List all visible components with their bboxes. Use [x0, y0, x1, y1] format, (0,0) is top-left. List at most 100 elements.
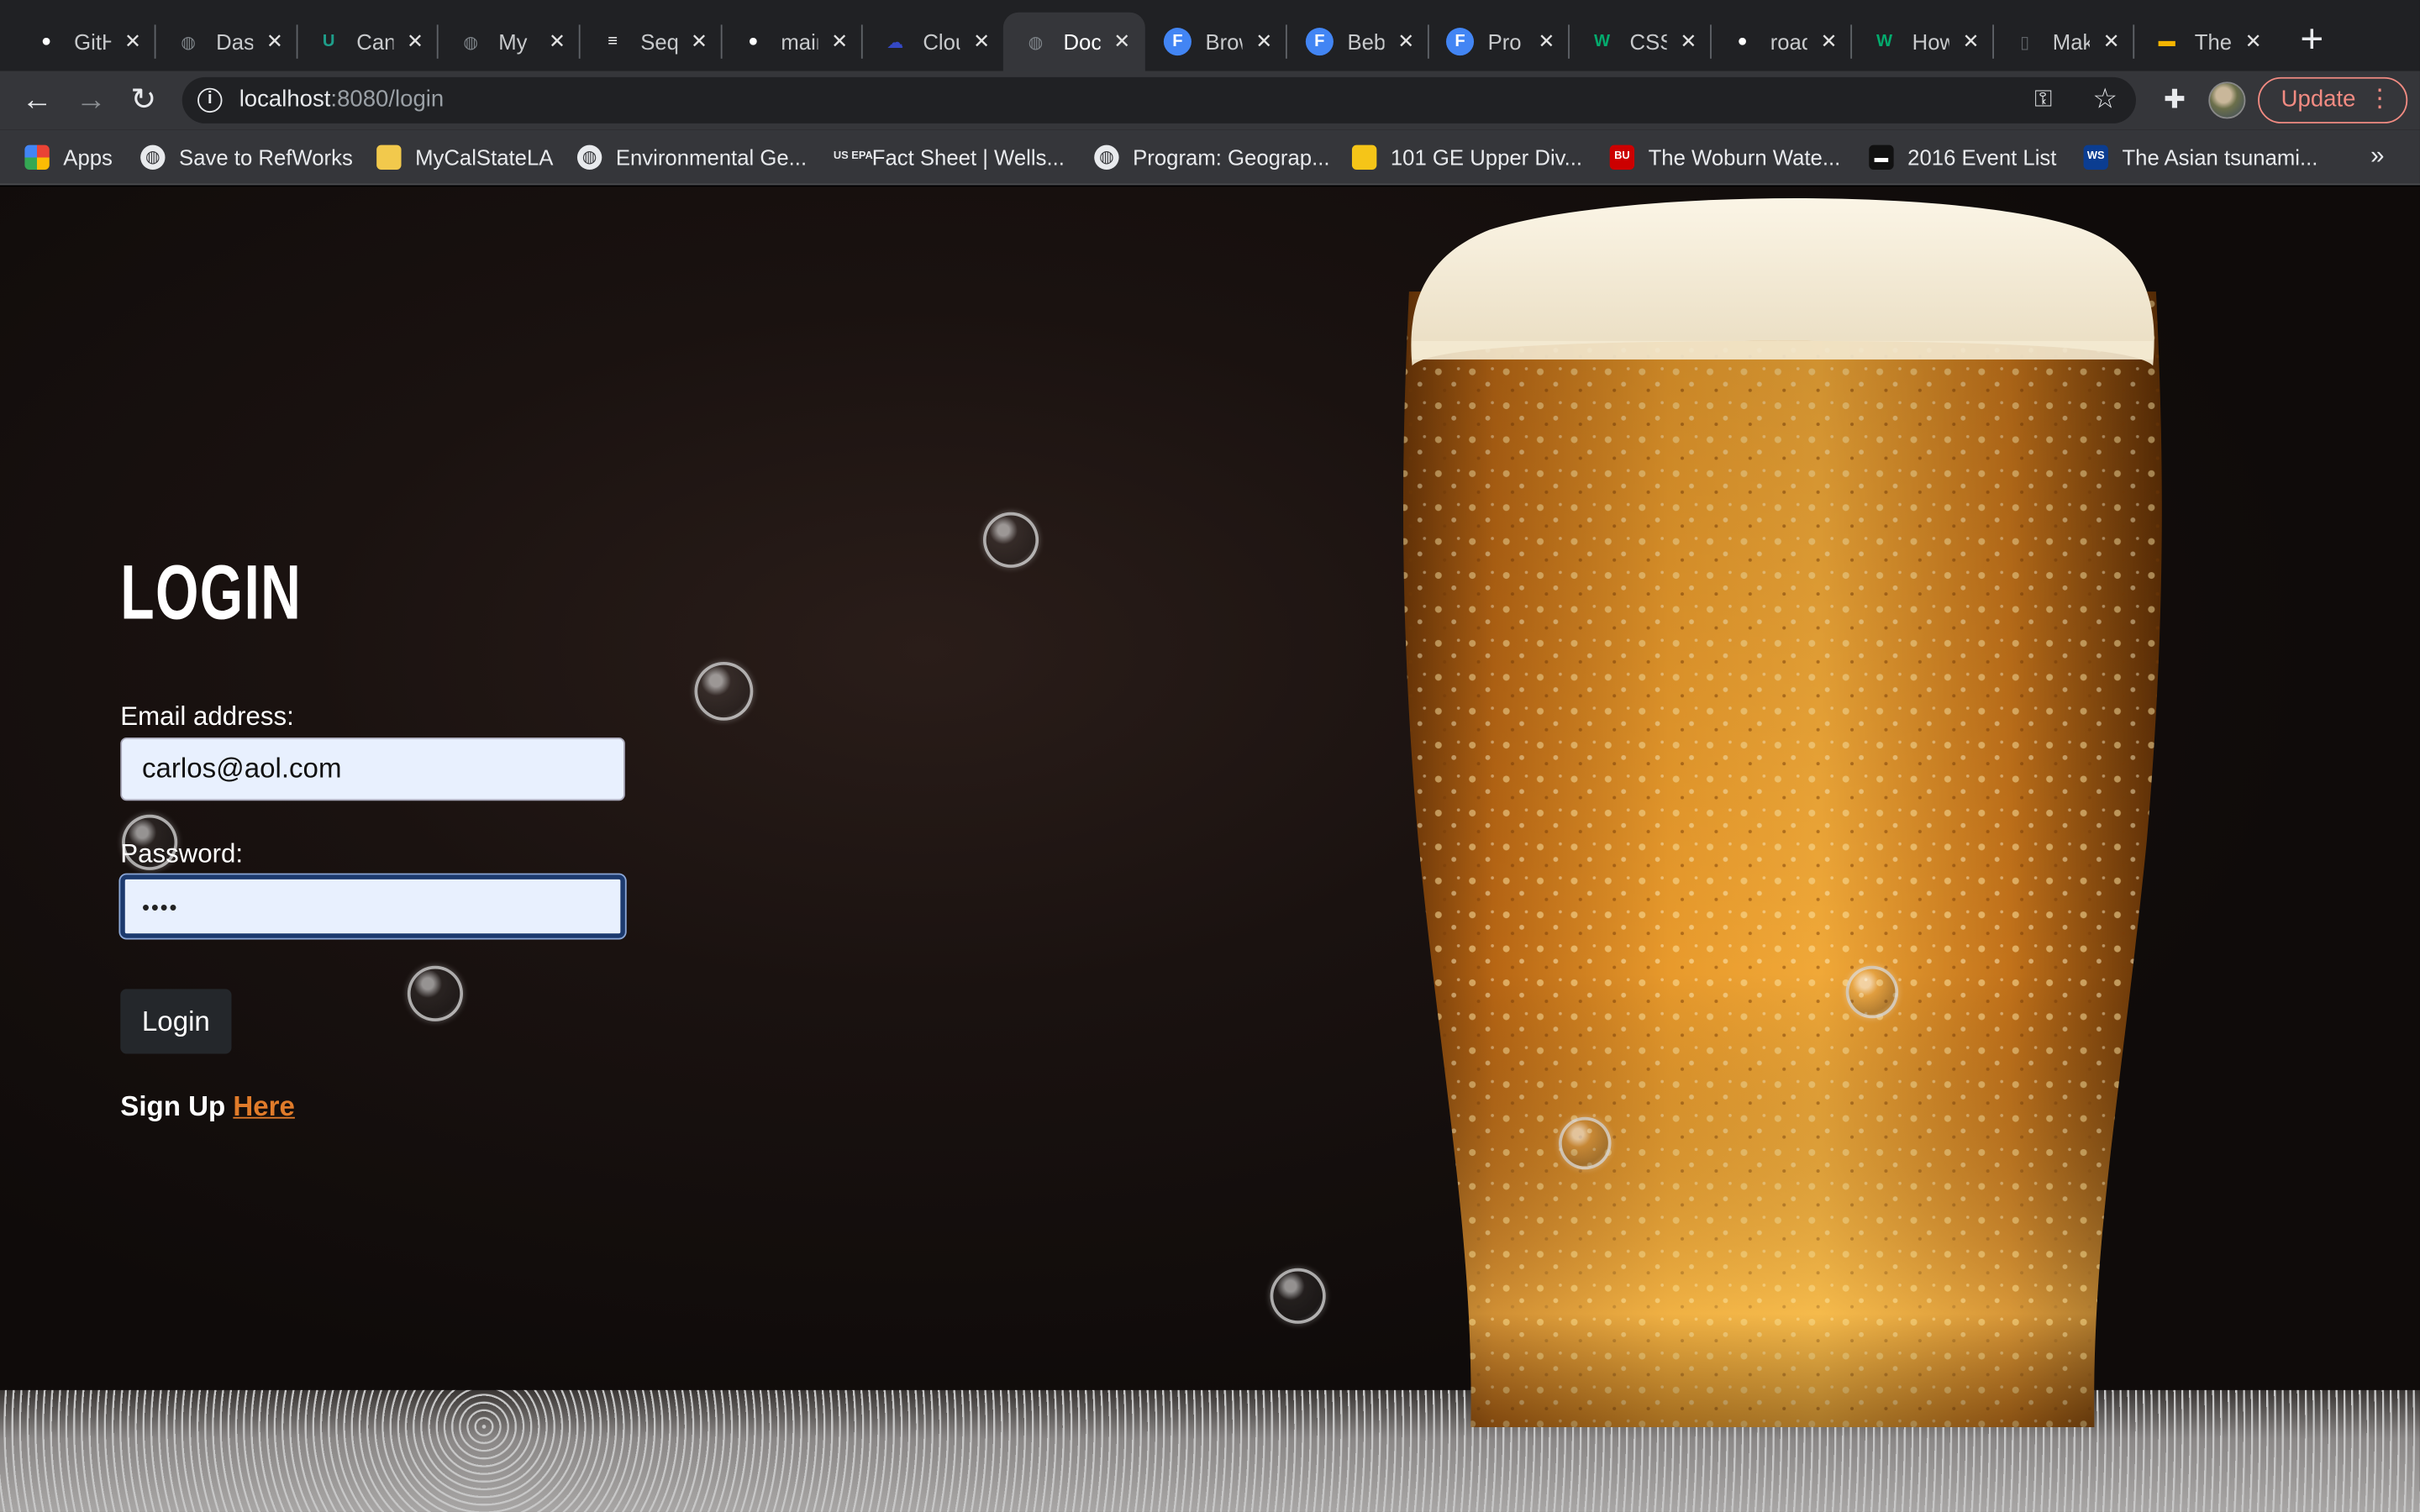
- tab-title: roadmap: [1770, 29, 1807, 55]
- reload-icon[interactable]: ↻: [127, 83, 160, 117]
- epa-icon: US EPA: [833, 150, 873, 162]
- bookmark-item[interactable]: US EPA Fact Sheet | Wells...: [834, 142, 1065, 173]
- tab-title: GitHub: [74, 29, 111, 55]
- close-tab-icon[interactable]: ✕: [1111, 26, 1133, 57]
- apps-grid-icon: [24, 144, 50, 171]
- close-tab-icon[interactable]: ✕: [404, 26, 426, 57]
- cloud-icon: ☁: [886, 33, 904, 52]
- f-icon: F: [1445, 28, 1475, 56]
- bubble-decoration: [407, 965, 464, 1021]
- bookmark-item[interactable]: BU The Woburn Wate...: [1609, 142, 1840, 173]
- update-button[interactable]: Update ⋮: [2258, 76, 2408, 123]
- close-tab-icon[interactable]: ✕: [1253, 26, 1275, 57]
- tab-3[interactable]: ◍ My ✕: [439, 13, 581, 71]
- globe-icon: ◍: [181, 33, 196, 52]
- close-tab-icon[interactable]: ✕: [1677, 26, 1699, 57]
- bubble-decoration: [694, 661, 754, 721]
- tab-strip: ● GitHub ✕ ◍ Dashboard ✕ U Canvas ✕ ◍ My ✕ ≡ Sequeliz…: [0, 0, 2420, 71]
- tab-title: Mak: [2052, 29, 2090, 55]
- bookmark-item[interactable]: WS The Asian tsunami...: [2083, 142, 2317, 173]
- bookmark-item[interactable]: ◍ Environmental Ge...: [576, 142, 807, 173]
- tab-title: Browse: [1205, 29, 1242, 55]
- tab-6[interactable]: ☁ Cloudinary ✕: [863, 13, 1005, 71]
- bookmark-item[interactable]: ◍ Program: Geograp...: [1094, 142, 1330, 173]
- tab-4[interactable]: ≡ Sequelize ✕: [581, 13, 723, 71]
- github-icon: ●: [748, 32, 759, 51]
- tab-11[interactable]: W CSS ✕: [1570, 13, 1712, 71]
- f-icon: F: [1305, 28, 1334, 56]
- bubble-decoration: [1559, 1116, 1612, 1170]
- w3schools-icon: W: [1876, 32, 1893, 51]
- tab-title: Cloudinary: [923, 29, 960, 55]
- close-tab-icon[interactable]: ✕: [829, 26, 850, 57]
- close-tab-icon[interactable]: ✕: [688, 26, 710, 57]
- tab-0[interactable]: ● GitHub ✕: [14, 13, 156, 71]
- bookmark-star-icon[interactable]: ☆: [2088, 81, 2122, 115]
- tab-title: Document: [1063, 29, 1100, 55]
- tab-8[interactable]: F Browse ✕: [1145, 13, 1287, 71]
- close-tab-icon[interactable]: ✕: [2243, 26, 2265, 57]
- close-tab-icon[interactable]: ✕: [1818, 26, 1840, 57]
- tab-14[interactable]: ▯ Mak ✕: [1992, 13, 2135, 71]
- address-bar[interactable]: i localhost:8080/login ⚿ ☆: [182, 76, 2136, 123]
- site-info-icon[interactable]: i: [197, 87, 223, 113]
- email-field[interactable]: [120, 737, 625, 801]
- calstatela-icon: [1351, 144, 1377, 171]
- close-tab-icon[interactable]: ✕: [2101, 26, 2123, 57]
- close-tab-icon[interactable]: ✕: [1395, 26, 1417, 57]
- tab-title: The: [2194, 29, 2232, 55]
- tab-12[interactable]: ● roadmap ✕: [1710, 13, 1853, 71]
- close-tab-icon[interactable]: ✕: [1960, 26, 1982, 57]
- close-tab-icon[interactable]: ✕: [546, 26, 568, 57]
- bookmark-label: MyCalStateLA: [415, 144, 554, 171]
- close-tab-icon[interactable]: ✕: [1536, 26, 1558, 57]
- tab-title: Pro: [1487, 29, 1522, 55]
- bookmark-item[interactable]: ◍ Save to RefWorks: [140, 142, 353, 173]
- bookmark-item[interactable]: 101 GE Upper Div...: [1351, 142, 1582, 173]
- bookmarks-overflow-icon[interactable]: »: [2370, 142, 2384, 173]
- github-icon: ●: [1737, 32, 1748, 51]
- shield-icon: [376, 144, 402, 171]
- update-label: Update: [2281, 86, 2356, 113]
- slides-icon: ▬: [2158, 32, 2175, 51]
- bookmark-item[interactable]: ▬ 2016 Event List: [1869, 142, 2056, 173]
- tab-title: How: [1912, 29, 1949, 55]
- new-tab-button[interactable]: +: [2293, 18, 2330, 59]
- key-icon[interactable]: ⚿: [2027, 83, 2060, 117]
- tab-1[interactable]: ◍ Dashboard ✕: [156, 13, 298, 71]
- globe-icon: ◍: [1094, 144, 1119, 171]
- browser-toolbar: ← → ↻ i localhost:8080/login ⚿ ☆: [0, 71, 2420, 130]
- forward-icon[interactable]: →: [74, 83, 108, 117]
- w3schools-icon: W: [1593, 32, 1611, 51]
- extensions-puzzle-icon[interactable]: ✚: [2158, 83, 2191, 117]
- back-icon[interactable]: ←: [20, 83, 54, 117]
- tab-10[interactable]: F Pro ✕: [1428, 13, 1570, 71]
- close-tab-icon[interactable]: ✕: [122, 26, 144, 57]
- signup-link[interactable]: Here: [233, 1091, 295, 1122]
- login-button[interactable]: Login: [120, 989, 232, 1054]
- tab-13[interactable]: W How ✕: [1852, 13, 1995, 71]
- tab-7[interactable]: ◍ Document ✕: [1002, 12, 1145, 71]
- tab-title: Dashboard: [216, 29, 253, 55]
- tab-title: Sequelize: [640, 29, 677, 55]
- bookmark-label: Apps: [63, 144, 113, 171]
- password-field[interactable]: [120, 874, 625, 938]
- close-tab-icon[interactable]: ✕: [971, 26, 992, 57]
- profile-avatar[interactable]: [2208, 81, 2246, 119]
- globe-icon: ◍: [576, 144, 602, 171]
- menu-dots-icon[interactable]: ⋮: [2367, 79, 2391, 121]
- tab-2[interactable]: U Canvas ✕: [297, 13, 439, 71]
- signup-text: Sign Up: [120, 1090, 226, 1122]
- tab-title: CSS: [1629, 29, 1667, 55]
- url-text[interactable]: localhost:8080/login: [239, 87, 445, 114]
- url-path: :8080/login: [330, 86, 445, 113]
- close-tab-icon[interactable]: ✕: [264, 26, 286, 57]
- login-page: LOGIN Email address: Password: •••• Logi…: [0, 186, 2420, 1512]
- bookmark-item[interactable]: Apps: [24, 142, 113, 173]
- tab-5[interactable]: ● main ✕: [721, 13, 863, 71]
- tab-9[interactable]: F Beb ✕: [1287, 13, 1429, 71]
- bookmark-item[interactable]: MyCalStateLA: [376, 142, 553, 173]
- tab-title: My: [498, 29, 528, 55]
- globe-icon: ◍: [1028, 33, 1044, 52]
- tab-15[interactable]: ▬ The ✕: [2134, 13, 2276, 71]
